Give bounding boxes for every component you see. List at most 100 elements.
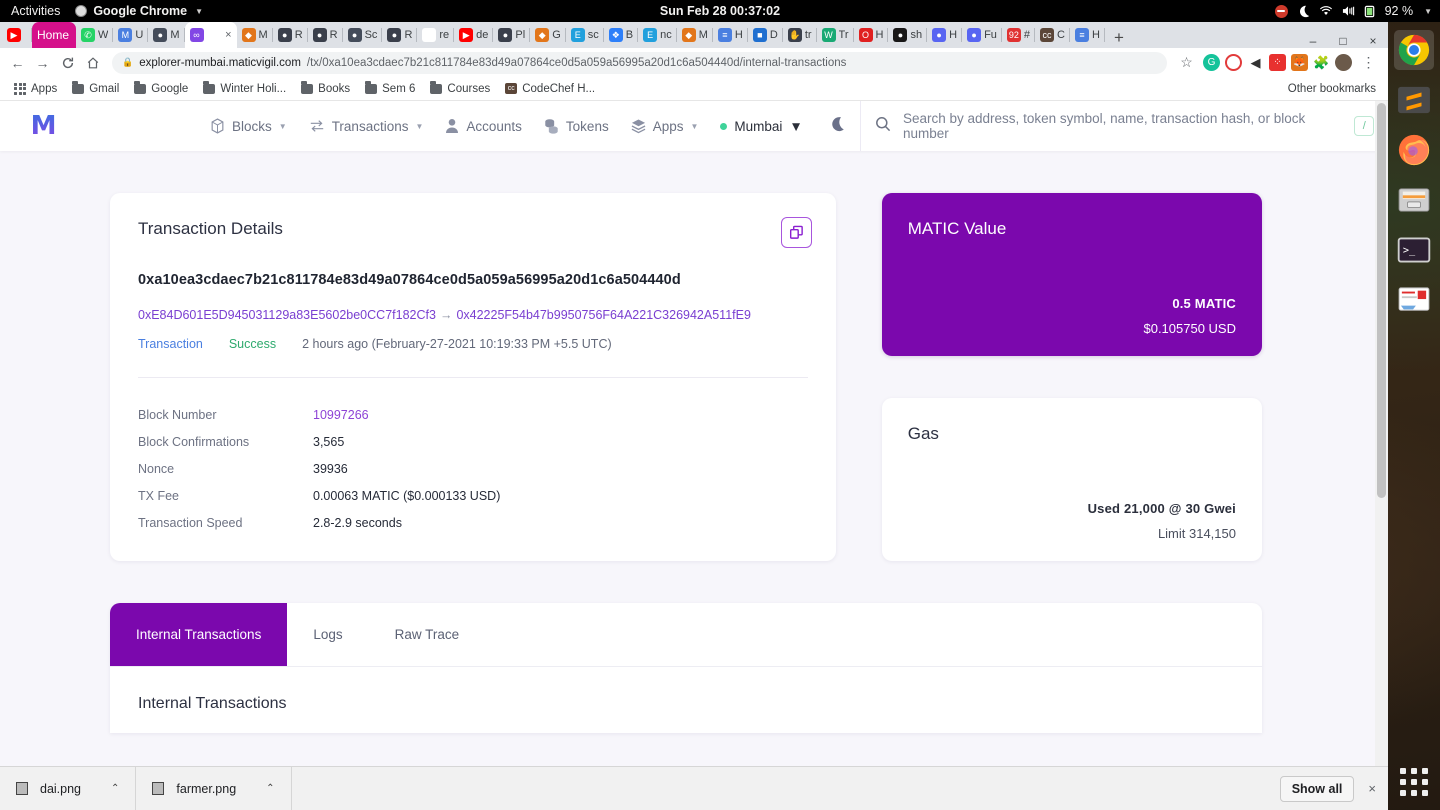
do-not-disturb-icon[interactable] (1274, 4, 1288, 18)
dock-sublime-text-icon[interactable] (1394, 80, 1434, 120)
metamask-icon[interactable]: 🦊 (1291, 54, 1308, 71)
browser-tab[interactable]: 92 # (1002, 22, 1036, 48)
browser-tab[interactable]: Gre (417, 22, 455, 48)
browser-tab[interactable]: cc C (1035, 22, 1070, 48)
battery-icon[interactable] (1364, 5, 1376, 18)
browser-tab[interactable]: Enc (638, 22, 677, 48)
browser-tab[interactable]: ✋ tr (783, 22, 817, 48)
dock-firefox-icon[interactable] (1394, 130, 1434, 170)
bookmark-item[interactable]: Sem 6 (359, 80, 421, 97)
clock[interactable]: Sun Feb 28 00:37:02 (660, 4, 780, 18)
grammarly-icon[interactable]: G (1203, 54, 1220, 71)
browser-tab[interactable]: ≡ H (1070, 22, 1105, 48)
forward-button[interactable]: → (31, 51, 54, 74)
browser-tab[interactable]: ● M (148, 22, 185, 48)
theme-toggle-moon-icon[interactable] (829, 116, 845, 136)
dock-files-icon[interactable] (1394, 180, 1434, 220)
bookmark-star-icon[interactable]: ☆ (1175, 51, 1198, 74)
bookmark-item[interactable]: Courses (424, 80, 496, 97)
browser-tab[interactable]: ◆ G (530, 22, 566, 48)
nav-item-tokens[interactable]: Tokens (544, 118, 609, 134)
show-all-downloads-button[interactable]: Show all (1279, 775, 1355, 802)
new-tab-button[interactable]: + (1105, 28, 1133, 48)
browser-tab[interactable]: W Tr (817, 22, 854, 48)
browser-tab[interactable]: ● Fu (962, 22, 1002, 48)
browser-tab[interactable]: Esc (566, 22, 604, 48)
address-bar[interactable]: 🔒 explorer-mumbai.maticvigil.com/tx/0xa1… (112, 51, 1167, 74)
browser-tab[interactable]: ● Pl (493, 22, 531, 48)
chevron-down-icon[interactable]: ▼ (1424, 7, 1432, 16)
wifi-icon[interactable] (1319, 5, 1333, 17)
browser-tab[interactable]: ● R (308, 22, 343, 48)
to-address[interactable]: 0x42225F54b47b9950756F64A221C326942A511f… (456, 308, 750, 322)
activities-button[interactable]: Activities (0, 4, 71, 18)
browser-tab[interactable]: ≡ H (713, 22, 748, 48)
dock-chrome-icon[interactable] (1394, 30, 1434, 70)
back-button[interactable]: ← (6, 51, 29, 74)
row-value[interactable]: 10997266 (313, 408, 369, 422)
home-button[interactable] (81, 51, 104, 74)
minimize-button[interactable]: – (1298, 34, 1328, 48)
nav-item-accounts[interactable]: Accounts (445, 118, 522, 134)
browser-tab[interactable]: ✆ W (76, 22, 114, 48)
adblock-icon[interactable] (1225, 54, 1242, 71)
browser-tab[interactable]: ▶ de (454, 22, 494, 48)
chrome-menu-button[interactable]: ⋮ (1357, 51, 1380, 74)
browser-tab[interactable]: OH (854, 22, 889, 48)
browser-tab[interactable]: ◆ M (237, 22, 273, 48)
page-scrollbar[interactable]: ▲ ▼ (1375, 101, 1388, 784)
site-logo[interactable]: M (0, 111, 86, 141)
close-window-button[interactable]: × (1358, 34, 1388, 48)
browser-tab[interactable]: ● Sc (343, 22, 383, 48)
nav-item-apps[interactable]: Apps ▼ (631, 118, 698, 134)
tab-internal-transactions[interactable]: Internal Transactions (110, 603, 288, 666)
browser-tab[interactable]: ◆ M (677, 22, 713, 48)
other-bookmarks[interactable]: Other bookmarks (1283, 83, 1380, 95)
bookmark-item[interactable]: Winter Holi... (197, 80, 292, 97)
system-tray[interactable]: 92 % ▼ (1274, 4, 1432, 18)
browser-tab[interactable]: ● sh (888, 22, 928, 48)
browser-tab[interactable]: ∞ × (184, 22, 237, 48)
reload-button[interactable] (56, 51, 79, 74)
browser-tab[interactable]: ■ D (748, 22, 783, 48)
close-tab-icon[interactable]: × (225, 29, 231, 41)
bookmark-item[interactable]: Books (295, 80, 356, 97)
close-shelf-icon[interactable]: × (1368, 781, 1376, 796)
dock-text-editor-icon[interactable] (1394, 280, 1434, 320)
site-search[interactable]: Search by address, token symbol, name, t… (860, 101, 1388, 151)
volume-icon[interactable] (1342, 5, 1355, 17)
download-item[interactable]: dai.png ⌃ (0, 766, 137, 810)
colorzilla-icon[interactable]: ⁘ (1269, 54, 1286, 71)
scrollbar-thumb[interactable] (1377, 103, 1386, 498)
maximize-button[interactable]: □ (1328, 34, 1358, 48)
browser-tab[interactable]: ● H (927, 22, 963, 48)
app-menu[interactable]: Google Chrome ▼ (75, 4, 203, 18)
night-light-icon[interactable] (1297, 5, 1310, 18)
browser-tab[interactable]: MU (113, 22, 149, 48)
dock-terminal-icon[interactable]: >_ (1394, 230, 1434, 270)
browser-tab[interactable]: ▶ (2, 22, 32, 48)
bookmark-item[interactable]: cc CodeChef H... (499, 81, 601, 97)
chevron-up-icon[interactable]: ⌃ (93, 783, 119, 794)
from-address[interactable]: 0xE84D601E5D945031129a83E5602be0CC7f182C… (138, 308, 436, 322)
bookmark-item[interactable]: Apps (8, 81, 63, 97)
show-applications-icon[interactable] (1400, 768, 1428, 796)
download-item[interactable]: farmer.png ⌃ (136, 766, 292, 810)
profile-avatar[interactable] (1335, 54, 1352, 71)
transaction-type-link[interactable]: Transaction (138, 337, 203, 351)
network-selector[interactable]: Mumbai ▼ (720, 119, 803, 134)
pocket-icon[interactable]: ◀ (1247, 54, 1264, 71)
tab-raw-trace[interactable]: Raw Trace (369, 603, 486, 666)
tab-logs[interactable]: Logs (287, 603, 368, 666)
search-input[interactable]: Search by address, token symbol, name, t… (903, 111, 1342, 141)
browser-tab[interactable]: ● R (273, 22, 308, 48)
nav-item-blocks[interactable]: Blocks ▼ (210, 118, 287, 134)
browser-tab[interactable]: ❖ B (604, 22, 639, 48)
browser-tab[interactable]: Home (32, 22, 76, 48)
puzzle-icon[interactable]: 🧩 (1313, 54, 1330, 71)
browser-tab[interactable]: ● R (382, 22, 418, 48)
bookmark-item[interactable]: Google (128, 80, 194, 97)
bookmark-item[interactable]: Gmail (66, 80, 125, 97)
copy-icon[interactable] (780, 217, 812, 248)
nav-item-transactions[interactable]: Transactions ▼ (309, 119, 423, 134)
